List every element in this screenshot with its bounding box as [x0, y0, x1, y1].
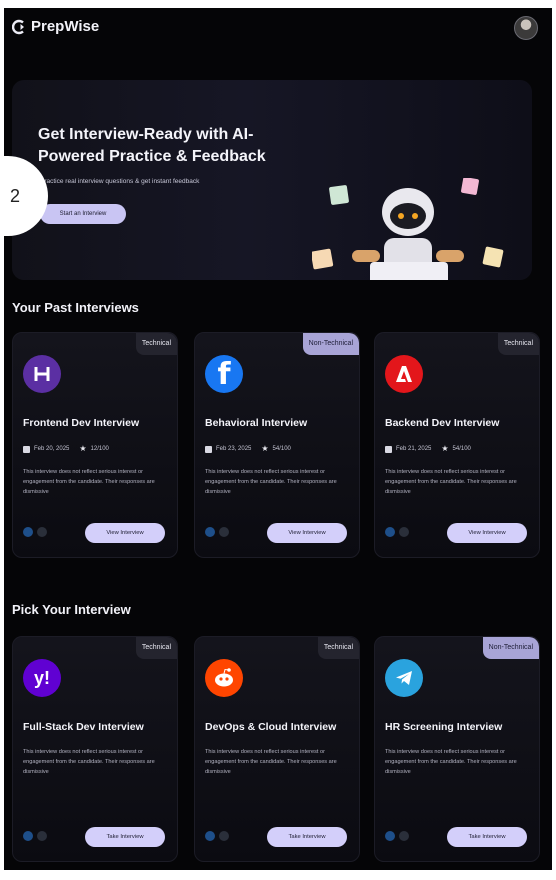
- tech-icon: [23, 831, 33, 841]
- interview-score: 54/100: [272, 446, 291, 452]
- interview-description: This interview does not reflect serious …: [23, 749, 155, 775]
- interview-type-tag: Technical: [135, 333, 177, 355]
- interview-card: Technical Backend Dev Interview Feb 21, …: [374, 332, 540, 558]
- tech-icon: [205, 831, 215, 841]
- interview-score: 12/100: [90, 446, 109, 452]
- tech-icon: [385, 527, 395, 537]
- view-interview-button[interactable]: View Interview: [267, 523, 347, 543]
- tech-icon: [219, 831, 229, 841]
- tech-stack: [385, 831, 409, 841]
- avatar[interactable]: [514, 16, 538, 40]
- pick-interview-title: Pick Your Interview: [12, 602, 131, 617]
- interview-title: Frontend Dev Interview: [23, 417, 140, 429]
- telegram-logo-icon: [385, 659, 423, 697]
- interview-description: This interview does not reflect serious …: [205, 749, 337, 775]
- interview-description: This interview does not reflect serious …: [23, 469, 155, 495]
- take-interview-button[interactable]: Take Interview: [267, 827, 347, 847]
- interview-type-tag: Non-Technical: [302, 333, 359, 355]
- hero-subtitle: Practice real interview questions & get …: [40, 178, 200, 185]
- interview-type-tag: Technical: [497, 333, 539, 355]
- start-interview-button[interactable]: Start an Interview: [40, 204, 126, 224]
- tech-stack: [205, 831, 229, 841]
- interview-description: This interview does not reflect serious …: [385, 469, 517, 495]
- tech-stack: [385, 527, 409, 537]
- adobe-logo-icon: [385, 355, 423, 393]
- logo-icon: [12, 19, 24, 34]
- interview-meta: Feb 23, 2025 ★ 54/100: [205, 445, 291, 453]
- tech-icon: [37, 831, 47, 841]
- facebook-logo-icon: f: [205, 355, 243, 393]
- hero-title: Get Interview-Ready with AI-Powered Prac…: [38, 126, 266, 165]
- calendar-icon: [205, 445, 212, 453]
- interview-card: Technical y! Full-Stack Dev Interview Th…: [12, 636, 178, 862]
- interview-date: Feb 21, 2025: [396, 446, 432, 452]
- top-bar: PrepWise: [4, 8, 552, 52]
- hero-banner: Get Interview-Ready with AI-Powered Prac…: [12, 80, 532, 280]
- interview-meta: Feb 21, 2025 ★ 54/100: [385, 445, 471, 453]
- interview-card: Non-Technical f Behavioral Interview Feb…: [194, 332, 360, 558]
- tech-stack: [23, 527, 47, 537]
- interview-score: 54/100: [452, 446, 471, 452]
- interview-title: Backend Dev Interview: [385, 417, 500, 429]
- interview-card: Non-Technical HR Screening Interview Thi…: [374, 636, 540, 862]
- tech-icon: [23, 527, 33, 537]
- past-interviews-title: Your Past Interviews: [12, 300, 139, 315]
- tech-icon: [385, 831, 395, 841]
- robot-illustration-icon: [312, 178, 504, 280]
- star-icon: ★: [79, 444, 87, 453]
- interview-description: This interview does not reflect serious …: [385, 749, 517, 775]
- hackerrank-logo-icon: [23, 355, 61, 393]
- star-icon: ★: [261, 444, 269, 453]
- tech-icon: [399, 527, 409, 537]
- interview-card: Technical DevOps & Cloud Interview This …: [194, 636, 360, 862]
- tech-icon: [399, 831, 409, 841]
- interview-date: Feb 23, 2025: [216, 446, 252, 452]
- tech-icon: [37, 527, 47, 537]
- take-interview-button[interactable]: Take Interview: [85, 827, 165, 847]
- tech-icon: [219, 527, 229, 537]
- interview-date: Feb 20, 2025: [34, 446, 70, 452]
- interview-description: This interview does not reflect serious …: [205, 469, 337, 495]
- app-page: PrepWise Get Interview-Ready with AI-Pow…: [4, 8, 552, 870]
- reddit-logo-icon: [205, 659, 243, 697]
- app-name: PrepWise: [31, 18, 100, 35]
- star-icon: ★: [441, 444, 449, 453]
- interview-title: Behavioral Interview: [205, 417, 308, 429]
- tech-stack: [205, 527, 229, 537]
- tech-icon: [205, 527, 215, 537]
- yahoo-logo-icon: y!: [23, 659, 61, 697]
- view-interview-button[interactable]: View Interview: [85, 523, 165, 543]
- logo[interactable]: PrepWise: [12, 18, 99, 35]
- interview-type-tag: Non-Technical: [482, 637, 539, 659]
- interview-meta: Feb 20, 2025 ★ 12/100: [23, 445, 109, 453]
- calendar-icon: [23, 445, 30, 453]
- interview-card: Technical Frontend Dev Interview Feb 20,…: [12, 332, 178, 558]
- view-interview-button[interactable]: View Interview: [447, 523, 527, 543]
- interview-title: Full-Stack Dev Interview: [23, 721, 144, 733]
- interview-title: HR Screening Interview: [385, 721, 503, 733]
- interview-type-tag: Technical: [317, 637, 359, 659]
- take-interview-button[interactable]: Take Interview: [447, 827, 527, 847]
- tech-stack: [23, 831, 47, 841]
- interview-title: DevOps & Cloud Interview: [205, 721, 337, 733]
- calendar-icon: [385, 445, 392, 453]
- interview-type-tag: Technical: [135, 637, 177, 659]
